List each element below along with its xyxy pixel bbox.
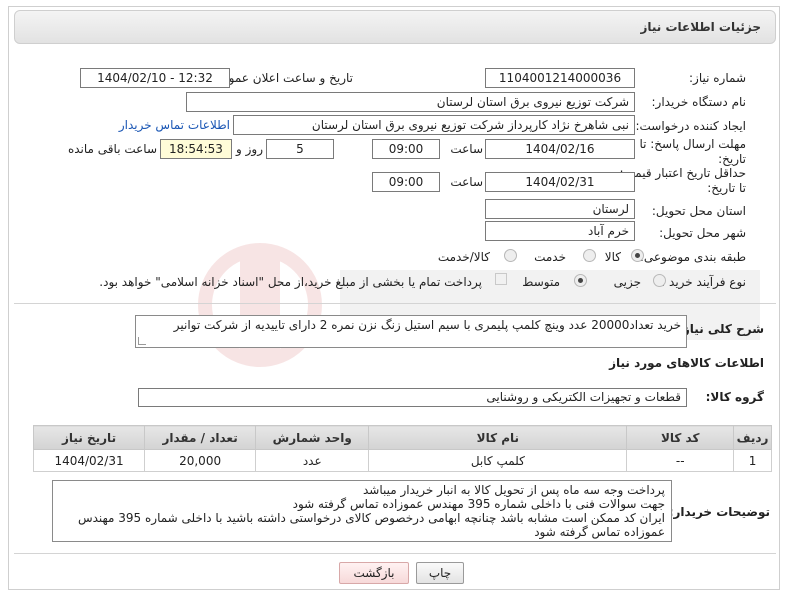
reply-deadline-label-2: تاریخ: (718, 152, 746, 166)
buyer-org-field: شرکت توزیع نیروی برق استان لرستان (186, 92, 635, 112)
price-time-label: ساعت (450, 175, 483, 189)
treasury-checkbox[interactable] (495, 273, 507, 285)
cell-need-date: 1404/02/31 (32, 449, 146, 472)
goods-section-title: اطلاعات کالاهای مورد نیاز (609, 356, 764, 370)
buyer-contact-link[interactable]: اطلاعات تماس خریدار (119, 118, 230, 132)
category-label: طبقه بندی موضوعی: (639, 250, 746, 264)
resize-handle-icon[interactable] (138, 337, 146, 345)
buyer-notes-line-4: عموزاده تماس گرفته شود (534, 525, 665, 539)
reply-deadline-time: 09:00 (372, 139, 440, 159)
delivery-city-label: شهر محل تحویل: (659, 226, 746, 240)
cell-unit: عدد (255, 449, 370, 472)
purchase-radio-minor[interactable] (653, 274, 666, 287)
reply-deadline-date: 1404/02/16 (485, 139, 635, 159)
buyer-notes-field: پرداخت وجه سه ماه پس از تحویل کالا به ان… (52, 480, 672, 542)
reply-deadline-label-1: مهلت ارسال پاسخ: تا (639, 137, 746, 151)
announce-datetime-field: 1404/02/10 - 12:32 (80, 68, 230, 88)
col-name: نام کالا (368, 425, 628, 450)
separator-1 (14, 303, 776, 304)
purchase-option-medium: متوسط (522, 275, 560, 289)
need-number-label: شماره نیاز: (689, 71, 746, 85)
col-code: کد کالا (626, 425, 735, 450)
delivery-city-field: خرم آباد (485, 221, 635, 241)
delivery-province-label: استان محل تحویل: (651, 204, 746, 218)
category-radio-service[interactable] (583, 249, 596, 262)
buyer-notes-line-1: پرداخت وجه سه ماه پس از تحویل کالا به ان… (362, 483, 665, 497)
category-option-goods-service: کالا/خدمت (437, 250, 490, 264)
table-header-row: ردیف کد کالا نام کالا واحد شمارش تعداد /… (32, 425, 772, 450)
remaining-days: 5 (266, 139, 334, 159)
cell-code: -- (626, 449, 735, 472)
category-radio-goods[interactable] (631, 249, 644, 262)
col-unit: واحد شمارش (255, 425, 370, 450)
price-validity-label-1: حداقل تاریخ اعتبار قیمت: (619, 166, 746, 180)
category-option-goods: کالا (604, 250, 621, 264)
print-button[interactable]: چاپ (416, 562, 464, 584)
goods-table: ردیف کد کالا نام کالا واحد شمارش تعداد /… (32, 425, 772, 472)
separator-2 (14, 553, 776, 554)
goods-group-label: گروه کالا: (705, 390, 764, 404)
goods-group-field: قطعات و تجهیزات الکتریکی و روشنایی (138, 388, 687, 407)
cell-name: کلمپ کابل (368, 449, 628, 472)
back-button[interactable]: بازگشت (339, 562, 409, 584)
reply-time-label: ساعت (450, 142, 483, 156)
category-option-service: خدمت (534, 250, 566, 264)
col-quantity: تعداد / مقدار (144, 425, 257, 450)
page-title: جزئیات اطلاعات نیاز (640, 20, 761, 34)
requester-label: ایجاد کننده درخواست: (635, 119, 746, 133)
treasury-note: پرداخت تمام یا بخشی از مبلغ خرید،از محل … (99, 275, 482, 289)
cell-row: 1 (733, 449, 772, 472)
cell-quantity: 20,000 (144, 449, 257, 472)
buyer-notes-line-2: جهت سوالات فنی با داخلی شماره 395 مهندس … (292, 497, 665, 511)
delivery-province-field: لرستان (485, 199, 635, 219)
page-header: جزئیات اطلاعات نیاز (14, 10, 776, 44)
days-label: روز و (236, 142, 263, 156)
purchase-option-minor: جزیی (613, 275, 641, 289)
requester-field: نبی شاهرخ نژاد کارپرداز شرکت توزیع نیروی… (233, 115, 635, 135)
purchase-radio-medium[interactable] (574, 274, 587, 287)
buyer-notes-label: توضیحات خریدار: (668, 505, 770, 519)
price-validity-date: 1404/02/31 (485, 172, 635, 192)
need-number-field: 1104001214000036 (485, 68, 635, 88)
general-description-text: خرید تعداد20000 عدد وینچ کلمپ پلیمری با … (173, 318, 681, 332)
remaining-label: ساعت باقی مانده (67, 142, 157, 156)
category-radio-goods-service[interactable] (504, 249, 517, 262)
col-need-date: تاریخ نیاز (32, 425, 146, 450)
general-description-label: شرح کلی نیاز: (678, 322, 764, 336)
buyer-notes-line-3: ایران کد ممکن است مشابه باشد چنانچه ابها… (77, 511, 665, 525)
buyer-org-label: نام دستگاه خریدار: (651, 95, 747, 109)
col-row: ردیف (733, 425, 772, 450)
purchase-type-label: نوع فرآیند خرید : (661, 275, 746, 289)
remaining-time: 18:54:53 (160, 139, 232, 159)
table-row: 1 -- کلمپ کابل عدد 20,000 1404/02/31 (32, 449, 772, 472)
general-description-field: خرید تعداد20000 عدد وینچ کلمپ پلیمری با … (135, 315, 687, 348)
price-validity-time: 09:00 (372, 172, 440, 192)
price-validity-label-2: تا تاریخ: (707, 181, 746, 195)
